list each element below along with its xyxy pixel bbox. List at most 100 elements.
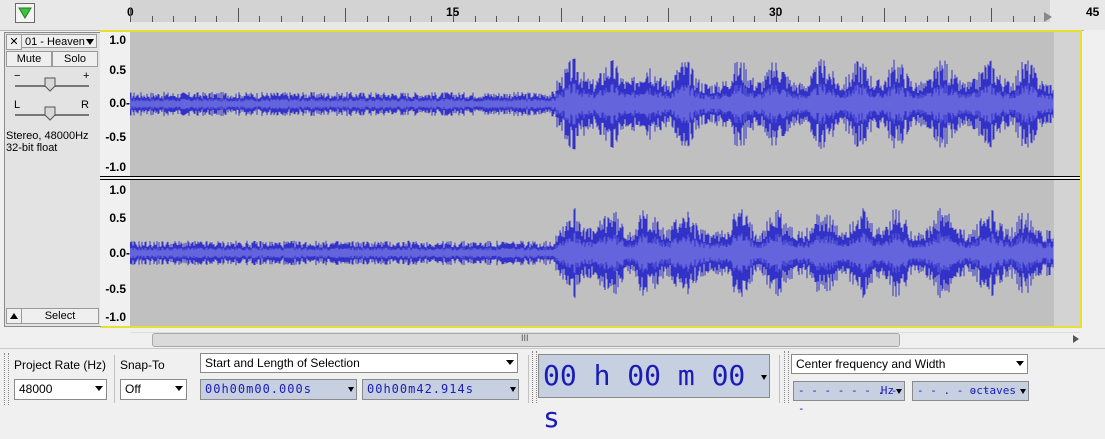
y-label: -1.0 — [105, 310, 126, 324]
ruler-tick — [711, 16, 713, 22]
chevron-down-icon — [1020, 389, 1026, 394]
track-control-panel: ✕ 01 - Heaven Mute Solo − + L R Stereo, … — [4, 32, 101, 327]
toolbar-grabber[interactable] — [784, 351, 789, 403]
ruler-tick — [237, 8, 239, 22]
triangle-down-icon — [18, 7, 32, 19]
chevron-down-icon — [510, 387, 516, 392]
solo-button[interactable]: Solo — [52, 51, 98, 67]
ruler-tick — [409, 16, 411, 22]
vertical-scroll-area[interactable] — [1084, 30, 1105, 330]
collapse-track-button[interactable] — [6, 308, 22, 324]
audio-position-time[interactable]: 00 h 00 m 00 s — [538, 354, 770, 434]
ruler-tick — [840, 16, 842, 22]
ruler-end-icon — [1044, 12, 1052, 22]
timeline-ruler[interactable]: 0 15 30 45 — [0, 0, 1105, 31]
ruler-tick — [366, 16, 368, 22]
ruler-tick — [345, 8, 347, 22]
selection-start-time[interactable]: 00h00m00.000s — [200, 379, 357, 400]
track-end-area — [1054, 180, 1080, 326]
close-track-button[interactable]: ✕ — [6, 34, 22, 50]
width-unit: octaves — [969, 384, 1016, 397]
y-label: 0.0- — [109, 246, 130, 260]
ruler-tick — [991, 8, 993, 22]
ruler-tick — [905, 16, 907, 22]
ruler-tick — [754, 16, 756, 22]
selection-mode-value: Start and Length of Selection — [205, 356, 360, 370]
selection-mode-select[interactable]: Start and Length of Selection — [200, 353, 518, 373]
gain-plus: + — [83, 70, 90, 82]
waveform-right — [129, 208, 1054, 298]
ruler-tick — [625, 16, 627, 22]
ruler-tick — [862, 16, 864, 22]
ruler-tick — [216, 16, 218, 22]
waveform-right-channel[interactable] — [129, 180, 1054, 326]
project-rate-select[interactable]: 48000 — [14, 379, 107, 400]
track-name-menu[interactable]: 01 - Heaven — [21, 34, 97, 48]
waveform-left — [129, 58, 1054, 150]
track-name: 01 - Heaven — [25, 36, 85, 48]
ruler-tick — [582, 16, 584, 22]
play-position-button[interactable] — [15, 3, 35, 23]
ruler-tick — [173, 16, 175, 22]
snap-to-value: Off — [125, 382, 141, 396]
separator — [528, 355, 529, 403]
chevron-down-icon — [95, 386, 103, 391]
ruler-tick — [926, 16, 928, 22]
separator — [779, 355, 780, 403]
bandwidth-field[interactable]: - - . - - - octaves — [912, 381, 1029, 401]
tick-45: 45 — [1086, 5, 1100, 19]
y-label: -0.5 — [105, 282, 126, 296]
chevron-down-icon — [1016, 361, 1024, 366]
chevron-down-icon — [761, 375, 767, 380]
ruler-tick — [797, 16, 799, 22]
spectral-mode-select[interactable]: Center frequency and Width — [791, 354, 1028, 374]
chevron-down-icon — [896, 389, 902, 394]
toolbar-grabber[interactable] — [4, 353, 9, 405]
ruler-tick — [151, 16, 153, 22]
ruler-tick — [883, 8, 885, 22]
y-label: 0.5 — [109, 63, 126, 77]
ruler-tick — [732, 16, 734, 22]
center-frequency-field[interactable]: - - - - - - . - - Hz — [793, 381, 905, 415]
select-track-button[interactable]: Select — [21, 308, 99, 324]
chevron-down-icon — [348, 387, 354, 392]
selection-length-time[interactable]: 00h00m42.914s — [362, 379, 519, 400]
ruler-tick — [776, 8, 777, 22]
y-label: 0.0- — [109, 96, 130, 110]
ruler-tick — [969, 16, 971, 22]
ruler-tick — [453, 8, 454, 22]
close-icon: ✕ — [9, 36, 19, 48]
audio-position-value: 00 h 00 m 00 s — [543, 359, 746, 434]
waveform-left-channel[interactable] — [129, 32, 1054, 176]
mute-button[interactable]: Mute — [6, 51, 52, 67]
chevron-down-icon — [86, 39, 94, 45]
scroll-right-icon[interactable] — [1072, 335, 1080, 344]
y-axis-left-channel: 1.0 0.5 0.0- -0.5 -1.0 — [100, 32, 130, 176]
pan-left: L — [14, 99, 21, 111]
chevron-down-icon — [175, 386, 183, 391]
ruler-tick — [194, 16, 196, 22]
scroll-grip: III — [521, 333, 529, 343]
ruler-tick — [819, 16, 821, 22]
ruler-tick — [560, 8, 562, 22]
ruler-tick — [431, 16, 433, 22]
project-rate-label: Project Rate (Hz) — [14, 358, 107, 372]
chevron-down-icon — [506, 360, 514, 365]
gain-slider-thumb-icon[interactable] — [44, 77, 56, 92]
track-bit-depth: 32-bit float — [6, 142, 58, 154]
ruler-tick — [302, 16, 304, 22]
snap-to-select[interactable]: Off — [120, 379, 187, 400]
horizontal-scroll-thumb[interactable]: III — [152, 333, 900, 347]
toolbar-grabber[interactable] — [532, 351, 537, 403]
track-end-area — [1054, 32, 1080, 176]
ruler-tick — [388, 16, 390, 22]
pan-slider-thumb-icon[interactable] — [44, 106, 56, 121]
ruler-tick — [130, 8, 131, 22]
y-label: 1.0 — [109, 183, 126, 197]
ruler-tick — [259, 16, 261, 22]
timeline-bar[interactable] — [130, 0, 1050, 22]
freq-unit: Hz — [880, 384, 894, 397]
length-time-value: 00h00m42.914s — [367, 382, 474, 396]
y-label: 0.5 — [109, 211, 126, 225]
y-label: -1.0 — [105, 160, 126, 174]
